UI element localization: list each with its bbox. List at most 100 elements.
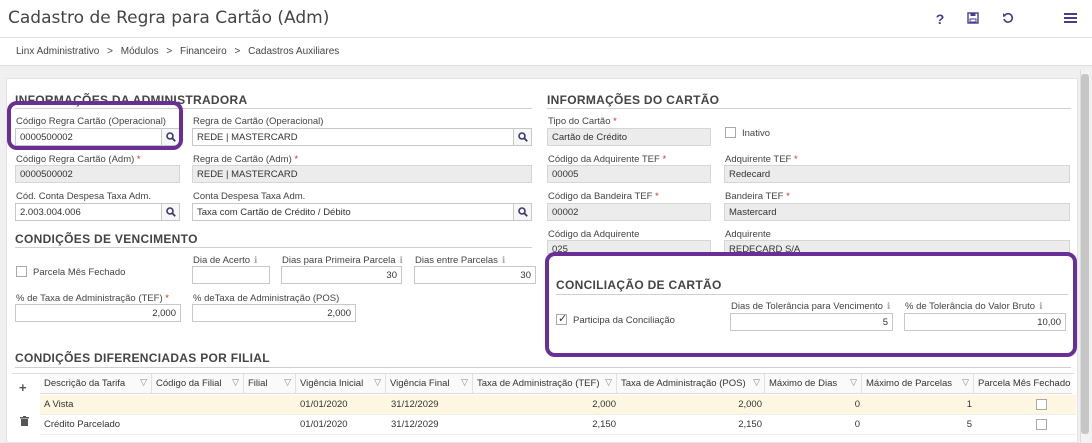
adq-tef-input: Redecard <box>724 165 1070 183</box>
cell-vigencia-inicial: 01/01/2020 <box>300 419 348 430</box>
regra-adm-label-text: Regra de Cartão (Adm) <box>193 154 292 165</box>
cell-parcela-mes-fechado-checkbox[interactable] <box>1036 399 1047 410</box>
participa-conciliacao-checkbox[interactable] <box>556 312 567 325</box>
regra-adm-input: REDE | MASTERCARD <box>192 165 532 183</box>
top-bar: Cadastro de Regra para Cartão (Adm) ? <box>0 0 1092 38</box>
breadcrumb-item[interactable]: Módulos <box>121 46 159 57</box>
filter-icon[interactable]: ▽ <box>140 377 147 388</box>
cell-maximo-dias: 0 <box>854 419 860 430</box>
regra-adm-label: Regra de Cartão (Adm) * <box>193 154 298 165</box>
column-header-taxa-tef[interactable]: Taxa de Administração (TEF) ▽ <box>473 374 617 394</box>
filter-icon[interactable]: ▽ <box>605 377 612 388</box>
search-icon <box>518 132 528 142</box>
dias-primeira-label-text: Dias para Primeira Parcela <box>282 255 396 266</box>
taxa-pos-input[interactable]: 2,000 <box>192 304 356 322</box>
cell-descricao: Crédito Parcelado <box>44 419 121 430</box>
column-header-vigencia-final[interactable]: Vigência Final ▽ <box>386 374 473 394</box>
filter-icon[interactable]: ▽ <box>850 377 857 388</box>
menu-icon[interactable] <box>1060 10 1080 28</box>
required-mark: * <box>662 154 667 165</box>
breadcrumb-bar: Linx Administrativo > Módulos > Financei… <box>0 38 1092 66</box>
dia-acerto-input[interactable] <box>192 266 270 284</box>
inativo-checkbox[interactable] <box>725 127 736 138</box>
dias-entre-label: Dias entre Parcelas ℹ <box>415 255 505 266</box>
info-icon: ℹ <box>886 301 891 311</box>
column-header-filial[interactable]: Filial ▽ <box>244 374 296 394</box>
taxa-tef-label: % de Taxa de Administração (TEF) * <box>16 293 169 304</box>
codigo-adm-label: Código Regra Cartão (Adm) * <box>16 154 141 165</box>
required-mark: * <box>655 191 659 202</box>
required-mark: * <box>294 154 299 165</box>
delete-row-button[interactable] <box>20 414 29 429</box>
cell-vigencia-inicial: 01/01/2020 <box>300 399 348 410</box>
band-cod-label-text: Código da Bandeira TEF <box>548 191 653 202</box>
perc-tol-input[interactable]: 10,00 <box>904 313 1066 331</box>
taxa-tef-label-text: % de Taxa de Administração (TEF) <box>16 293 163 304</box>
regra-op-input[interactable]: REDE | MASTERCARD <box>192 128 514 146</box>
column-header-label: Vigência Inicial <box>300 378 364 389</box>
dias-tol-input[interactable]: 5 <box>730 313 893 331</box>
regra-op-search-button[interactable] <box>514 128 532 146</box>
cell-maximo-parcelas: 1 <box>966 399 972 410</box>
conta-input[interactable]: 2.003.004.006 <box>15 203 162 221</box>
dias-primeira-input[interactable]: 30 <box>281 266 402 284</box>
adq-tef-label-text: Adquirente TEF <box>725 154 792 165</box>
dias-entre-input[interactable]: 30 <box>414 266 536 284</box>
taxa-tef-input[interactable]: 2,000 <box>15 304 181 322</box>
help-icon[interactable]: ? <box>930 10 950 28</box>
column-header-codigo-filial[interactable]: Código da Filial ▽ <box>152 374 244 394</box>
dia-acerto-label: Dia de Acerto ℹ <box>193 255 257 266</box>
table-row[interactable]: A Vista 01/01/2020 31/12/2029 2,000 2,00… <box>40 395 1076 415</box>
column-header-parcela-mes-fechado[interactable]: Parcela Mês Fechado <box>974 374 1072 394</box>
save-icon[interactable] <box>963 10 983 28</box>
add-row-button[interactable]: + <box>19 380 27 395</box>
dias-primeira-label: Dias para Primeira Parcela ℹ <box>282 255 403 266</box>
cell-taxa-pos: 2,150 <box>738 419 762 430</box>
table-row[interactable]: Crédito Parcelado 01/01/2020 31/12/2029 … <box>40 415 1076 435</box>
cell-descricao: A Vista <box>44 399 74 410</box>
cell-taxa-tef: 2,000 <box>592 399 616 410</box>
conta-search-button[interactable] <box>162 203 180 221</box>
codigo-op-input[interactable]: 0000500002 <box>15 128 162 146</box>
section-divider <box>556 294 1068 295</box>
conta-desc-label: Conta Despesa Taxa Adm. <box>193 191 306 202</box>
column-header-maximo-dias[interactable]: Máximo de Dias ▽ <box>765 374 862 394</box>
conta-desc-search-button[interactable] <box>514 203 532 221</box>
parcela-mes-fechado-checkbox[interactable] <box>16 266 27 277</box>
perc-tol-label: % de Tolerância do Valor Bruto ℹ <box>905 301 1043 312</box>
scrollbar-thumb[interactable] <box>1081 74 1089 434</box>
required-mark: * <box>613 116 617 127</box>
cell-taxa-pos: 2,000 <box>738 399 762 410</box>
filter-icon[interactable]: ▽ <box>232 377 239 388</box>
band-label-text: Bandeira TEF <box>725 191 784 202</box>
column-header-maximo-parcelas[interactable]: Máximo de Parcelas ▽ <box>862 374 974 394</box>
cell-vigencia-final: 31/12/2029 <box>391 399 439 410</box>
breadcrumb-item[interactable]: Cadastros Auxiliares <box>248 46 339 57</box>
required-mark: * <box>136 154 141 165</box>
filter-icon[interactable]: ▽ <box>461 377 468 388</box>
filter-icon[interactable]: ▽ <box>284 377 291 388</box>
cell-taxa-tef: 2,150 <box>592 419 616 430</box>
conta-label: Cód. Conta Despesa Taxa Adm. <box>16 191 152 202</box>
band-input: Mastercard <box>724 203 1070 221</box>
breadcrumb-item[interactable]: Financeiro <box>180 46 227 57</box>
column-header-taxa-pos[interactable]: Taxa de Administração (POS) ▽ <box>617 374 765 394</box>
dias-tol-label: Dias de Tolerância para Vencimento ℹ <box>731 301 890 312</box>
filter-icon[interactable]: ▽ <box>753 377 760 388</box>
parcela-mes-fechado-label: Parcela Mês Fechado <box>33 267 126 278</box>
cell-parcela-mes-fechado-checkbox[interactable] <box>1036 419 1047 430</box>
info-icon: ℹ <box>399 255 403 265</box>
undo-icon[interactable] <box>998 10 1018 28</box>
column-header-label: Taxa de Administração (TEF) <box>477 378 600 389</box>
codigo-op-search-button[interactable] <box>162 128 180 146</box>
filter-icon[interactable]: ▽ <box>962 377 969 388</box>
inativo-label: Inativo <box>742 128 770 139</box>
column-header-vigencia-inicial[interactable]: Vigência Inicial ▽ <box>296 374 386 394</box>
trash-icon <box>20 416 29 426</box>
conta-desc-input[interactable]: Taxa com Cartão de Crédito / Débito <box>192 203 514 221</box>
filter-icon[interactable]: ▽ <box>374 377 381 388</box>
column-header-descricao[interactable]: Descrição da Tarifa ▽ <box>40 374 152 394</box>
section-title-administradora: INFORMAÇÕES DA ADMINISTRADORA <box>15 93 248 107</box>
column-header-label: Código da Filial <box>156 378 222 389</box>
breadcrumb-item[interactable]: Linx Administrativo <box>16 46 99 57</box>
